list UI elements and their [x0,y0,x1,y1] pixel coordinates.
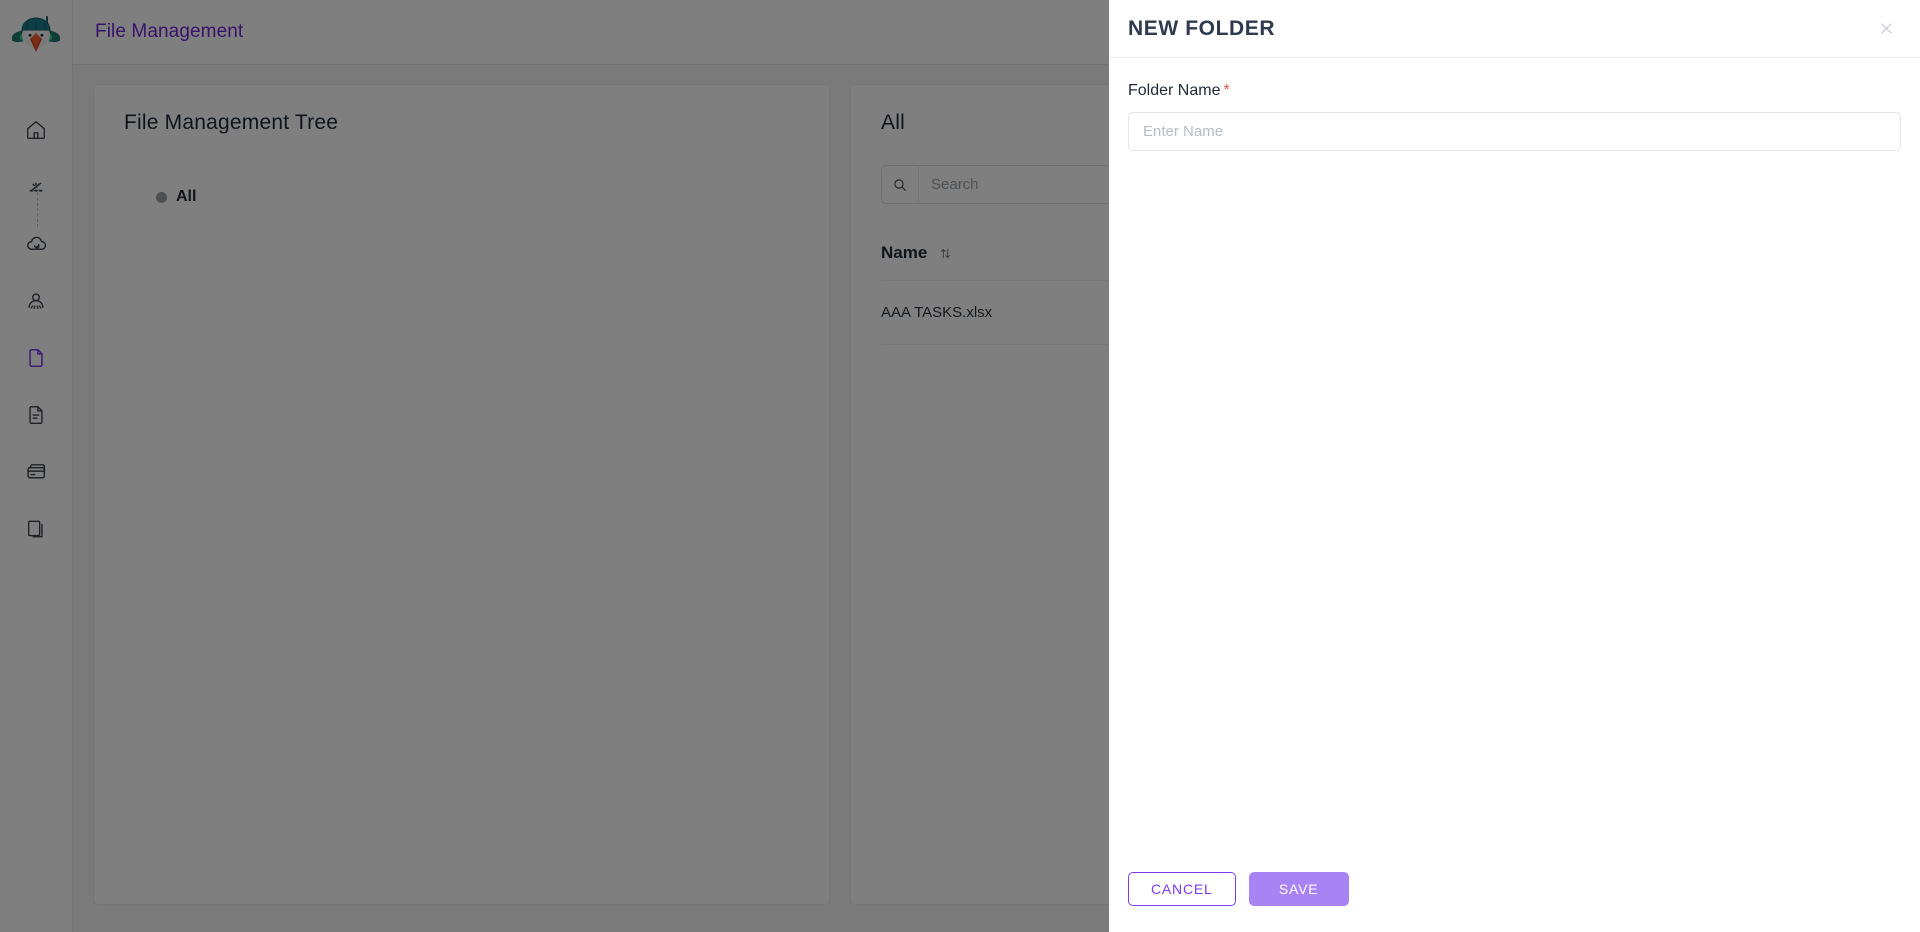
close-x-icon [1880,23,1892,34]
cancel-button[interactable]: CANCEL [1128,872,1236,906]
required-asterisk: * [1223,82,1230,99]
modal-title: NEW FOLDER [1128,16,1276,40]
modal-header: NEW FOLDER [1109,0,1920,58]
modal-footer: CANCEL SAVE [1109,872,1920,932]
close-icon[interactable] [1872,15,1900,43]
folder-name-input[interactable] [1128,112,1901,151]
app-root: File Management File Management Tree All [0,0,1920,932]
folder-name-label: Folder Name * [1128,82,1901,100]
save-button[interactable]: SAVE [1248,872,1349,906]
new-folder-modal: NEW FOLDER Folder Name* CANCEL SAVE [1109,0,1920,932]
modal-body: Folder Name * [1109,58,1920,872]
folder-name-label-text: Folder Name [1128,82,1221,99]
